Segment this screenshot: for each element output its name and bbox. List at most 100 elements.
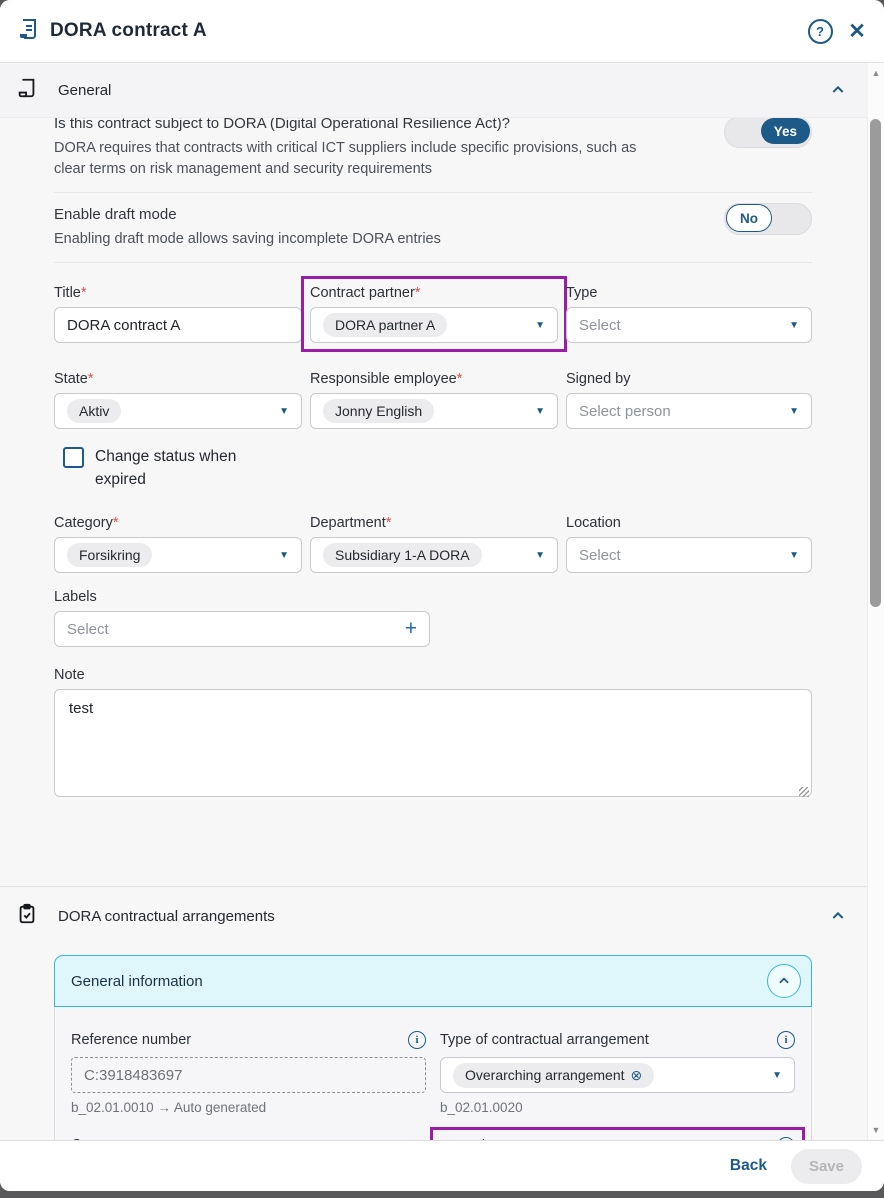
note-textarea[interactable]: [54, 689, 812, 797]
arrangement-type-label: Type of contractual arrangement: [440, 1032, 649, 1048]
scroll-up-icon[interactable]: ▲: [868, 65, 884, 81]
required-asterisk: *: [415, 285, 421, 301]
checkbox-icon[interactable]: [63, 447, 84, 468]
close-button[interactable]: ✕: [834, 17, 862, 45]
chevron-down-icon: ▼: [535, 406, 545, 417]
collapse-button[interactable]: [767, 964, 801, 998]
chevron-up-icon[interactable]: [830, 908, 846, 924]
required-asterisk: *: [113, 515, 119, 531]
chevron-down-icon: ▼: [535, 320, 545, 331]
note-label: Note: [54, 667, 812, 683]
category-field-group: Category* Forsikring ▼: [54, 515, 302, 573]
responsible-employee-label: Responsible employee*: [310, 371, 558, 387]
close-icon: ✕: [848, 19, 866, 44]
reference-number-value: C:3918483697: [71, 1057, 426, 1093]
section-divider: [0, 886, 868, 887]
labels-field-group: Labels Select +: [54, 589, 430, 647]
general-information-card: General information Reference number: [54, 955, 812, 1140]
card-header[interactable]: General information: [54, 955, 812, 1007]
signed-by-placeholder: Select person: [579, 403, 671, 420]
info-icon[interactable]: i: [777, 1031, 795, 1049]
contract-partner-label: Contract partner*: [310, 285, 558, 301]
dialog-title: DORA contract A: [50, 20, 207, 42]
signed-by-select[interactable]: Select person ▼: [566, 393, 812, 429]
contract-partner-select[interactable]: DORA partner A ▼: [310, 307, 558, 343]
category-chip: Forsikring: [67, 543, 152, 567]
state-label: State*: [54, 371, 302, 387]
draft-mode-row: Enable draft mode Enabling draft mode al…: [54, 193, 812, 263]
help-button[interactable]: ?: [806, 17, 834, 45]
required-asterisk: *: [81, 285, 87, 301]
reference-number-helper: b_02.01.0010 → Auto generated: [71, 1100, 426, 1115]
change-status-label: Change status when expired: [95, 445, 273, 491]
contract-partner-chip: DORA partner A: [323, 313, 447, 337]
dora-subject-toggle[interactable]: Yes: [724, 116, 812, 148]
department-chip: Subsidiary 1-A DORA: [323, 543, 482, 567]
department-select[interactable]: Subsidiary 1-A DORA ▼: [310, 537, 558, 573]
back-button[interactable]: Back: [730, 1157, 767, 1175]
title-label: Title*: [54, 285, 302, 301]
location-field-group: Location Select ▼: [566, 515, 812, 573]
location-select[interactable]: Select ▼: [566, 537, 812, 573]
state-field-group: State* Aktiv ▼: [54, 371, 302, 429]
section-header-general[interactable]: General: [0, 63, 868, 118]
scroll-down-icon[interactable]: ▼: [868, 1122, 884, 1138]
contract-partner-field-group: Contract partner* DORA partner A ▼: [310, 285, 558, 343]
chevron-down-icon: ▼: [772, 1070, 782, 1081]
location-label: Location: [566, 515, 812, 531]
state-select[interactable]: Aktiv ▼: [54, 393, 302, 429]
chevron-down-icon: ▼: [789, 406, 799, 417]
responsible-employee-field-group: Responsible employee* Jonny English ▼: [310, 371, 558, 429]
card-title: General information: [71, 973, 203, 990]
location-placeholder: Select: [579, 547, 621, 564]
dora-subject-description: DORA requires that contracts with critic…: [54, 138, 642, 180]
reference-number-field-group: Reference number i C:3918483697 b_02.01.…: [71, 1031, 426, 1115]
labels-label: Labels: [54, 589, 430, 605]
required-asterisk: *: [386, 515, 392, 531]
signed-by-field-group: Signed by Select person ▼: [566, 371, 812, 429]
chevron-down-icon: ▼: [535, 550, 545, 561]
type-field-group: Type Select ▼: [566, 285, 812, 343]
section-header-arrangements[interactable]: DORA contractual arrangements: [0, 889, 868, 943]
chevron-down-icon: ▼: [789, 320, 799, 331]
remove-chip-icon[interactable]: ⊗: [631, 1067, 643, 1084]
signed-by-label: Signed by: [566, 371, 812, 387]
draft-mode-label: Enable draft mode: [54, 205, 642, 225]
arrangement-type-select[interactable]: Overarching arrangement ⊗ ▼: [440, 1057, 795, 1093]
scroll-icon: [16, 77, 38, 104]
toggle-no-label: No: [726, 204, 772, 232]
type-label: Type: [566, 285, 812, 301]
title-input[interactable]: [54, 307, 302, 343]
category-select[interactable]: Forsikring ▼: [54, 537, 302, 573]
required-asterisk: *: [88, 371, 94, 387]
state-chip: Aktiv: [67, 399, 121, 423]
department-field-group: Department* Subsidiary 1-A DORA ▼: [310, 515, 558, 573]
chevron-down-icon: ▼: [279, 406, 289, 417]
arrangement-type-helper: b_02.01.0020: [440, 1100, 795, 1115]
responsible-employee-select[interactable]: Jonny English ▼: [310, 393, 558, 429]
chevron-down-icon: ▼: [279, 550, 289, 561]
info-icon[interactable]: i: [408, 1031, 426, 1049]
section-title-general: General: [58, 82, 111, 99]
type-select[interactable]: Select ▼: [566, 307, 812, 343]
dialog-content: General Is this contract subject to DORA…: [0, 63, 884, 1140]
dora-subject-row: Is this contract subject to DORA (Digita…: [54, 106, 812, 193]
arrangement-type-field-group: Type of contractual arrangement i Overar…: [440, 1031, 795, 1115]
dialog-header: DORA contract A ? ✕: [0, 0, 884, 63]
contract-dialog: DORA contract A ? ✕ General: [0, 0, 884, 1191]
dialog-footer: Back Save: [0, 1140, 884, 1191]
reference-number-label: Reference number: [71, 1032, 191, 1048]
labels-select[interactable]: Select +: [54, 611, 430, 647]
scrollbar[interactable]: ▲ ▼: [867, 63, 884, 1140]
scrollbar-thumb[interactable]: [870, 119, 881, 607]
plus-icon[interactable]: +: [405, 617, 417, 641]
title-field-group: Title*: [54, 285, 302, 343]
draft-mode-toggle[interactable]: No: [724, 203, 812, 235]
change-status-checkbox-row[interactable]: Change status when expired: [63, 445, 273, 491]
card-body: Reference number i C:3918483697 b_02.01.…: [54, 1007, 812, 1140]
arrangement-type-chip: Overarching arrangement ⊗: [453, 1063, 654, 1088]
responsible-employee-chip: Jonny English: [323, 399, 434, 423]
clipboard-check-icon: [16, 903, 38, 930]
save-button[interactable]: Save: [791, 1149, 862, 1184]
chevron-up-icon[interactable]: [830, 82, 846, 98]
